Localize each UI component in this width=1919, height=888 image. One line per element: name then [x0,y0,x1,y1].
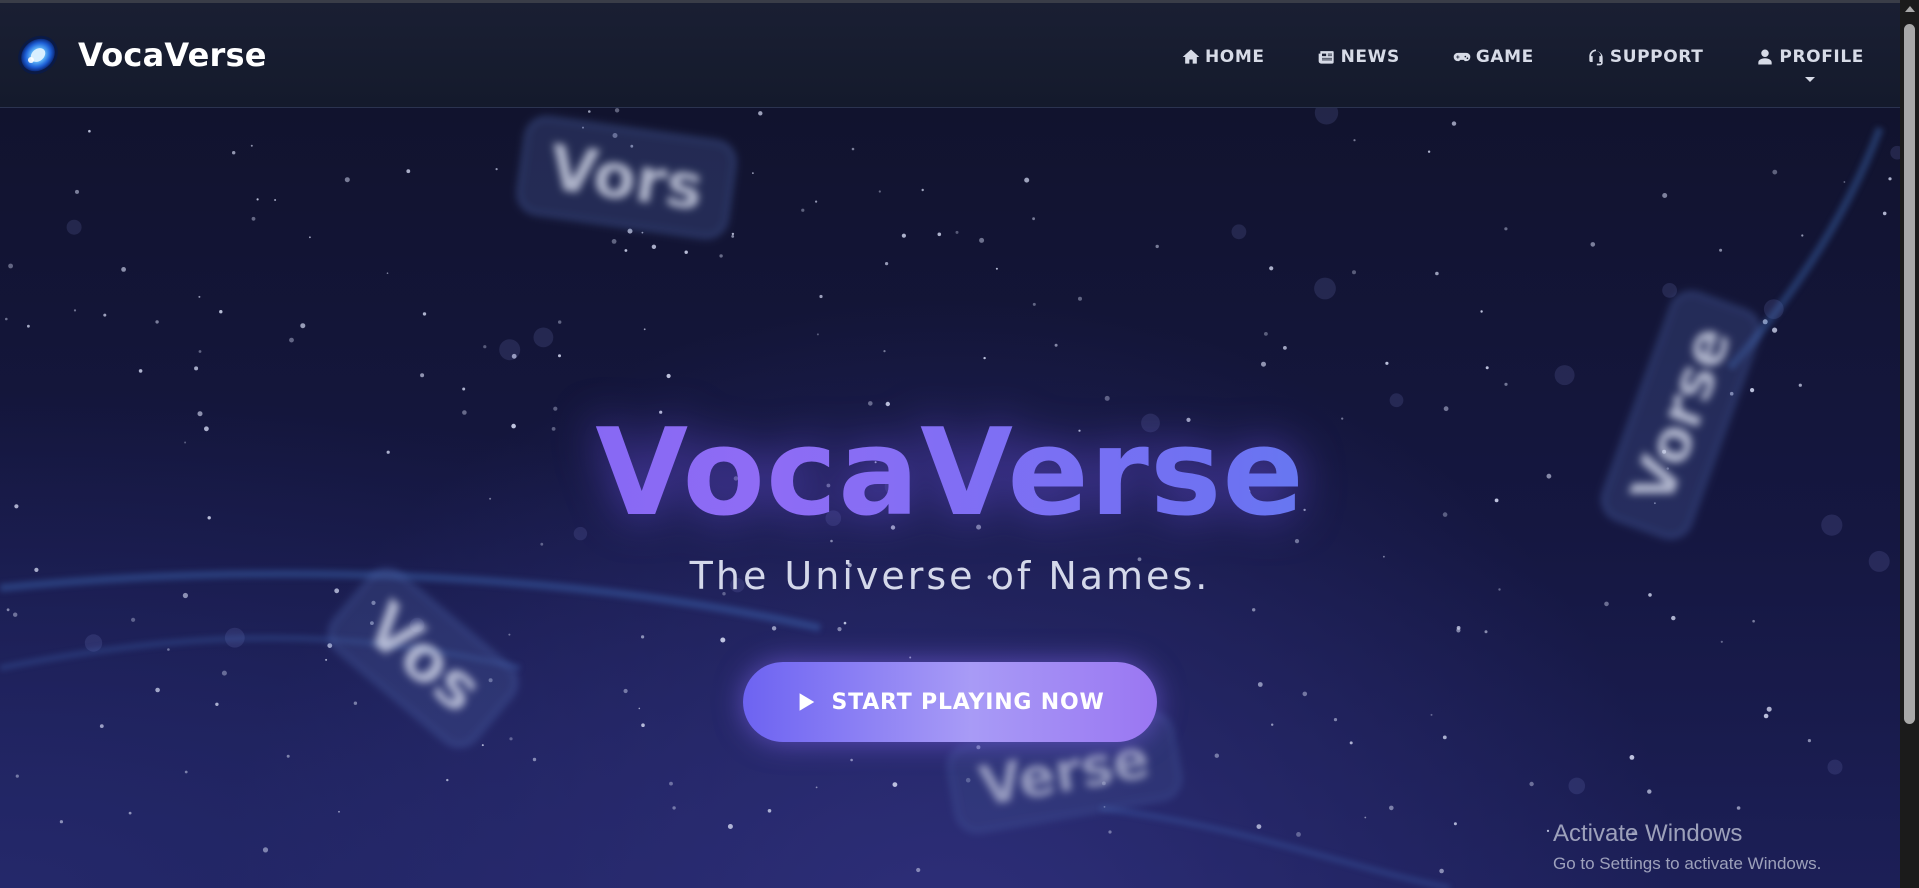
start-playing-button[interactable]: START PLAYING NOW [743,662,1157,742]
top-navbar: VocaVerse HOME NEWS GAME SUPPORT PROFILE [0,0,1900,108]
play-icon [800,693,815,711]
main-nav: HOME NEWS GAME SUPPORT PROFILE [1181,43,1864,82]
user-icon [1758,49,1773,65]
page: VocaVerse HOME NEWS GAME SUPPORT PROFILE… [0,0,1919,888]
newspaper-icon [1318,51,1334,64]
cta-label: START PLAYING NOW [831,689,1105,715]
vertical-scrollbar[interactable] [1900,0,1919,888]
nav-item-game[interactable]: GAME [1452,43,1534,71]
scroll-up-arrow-icon[interactable] [1905,6,1915,12]
brand-link[interactable]: VocaVerse [14,31,267,79]
nav-item-home[interactable]: HOME [1181,43,1265,71]
nav-item-support[interactable]: SUPPORT [1586,43,1704,71]
brand-name: VocaVerse [78,36,267,74]
activate-windows-title: Activate Windows [1553,820,1743,847]
nav-item-label: HOME [1204,47,1265,67]
nav-item-label: SUPPORT [1609,47,1704,67]
gamepad-icon [1453,52,1471,62]
hero-section: Vors Vorse Vos Verse VocaVerse The Unive… [0,108,1900,888]
activate-windows-watermark: Activate Windows Go to Settings to activ… [1553,820,1821,874]
nav-item-label: NEWS [1340,47,1400,67]
nav-item-news[interactable]: NEWS [1317,43,1400,71]
nav-item-profile[interactable]: PROFILE [1755,43,1864,82]
hero-title: VocaVerse [0,404,1900,543]
nav-item-label: PROFILE [1779,47,1864,67]
activate-windows-subtitle: Go to Settings to activate Windows. [1553,854,1822,873]
home-icon [1182,49,1200,64]
planet-logo-icon [18,35,58,75]
headset-icon [1589,49,1603,66]
hero-tagline: The Universe of Names. [689,554,1211,598]
nav-item-label: GAME [1475,47,1534,67]
scroll-thumb[interactable] [1904,24,1915,724]
chevron-down-icon [1804,77,1815,82]
